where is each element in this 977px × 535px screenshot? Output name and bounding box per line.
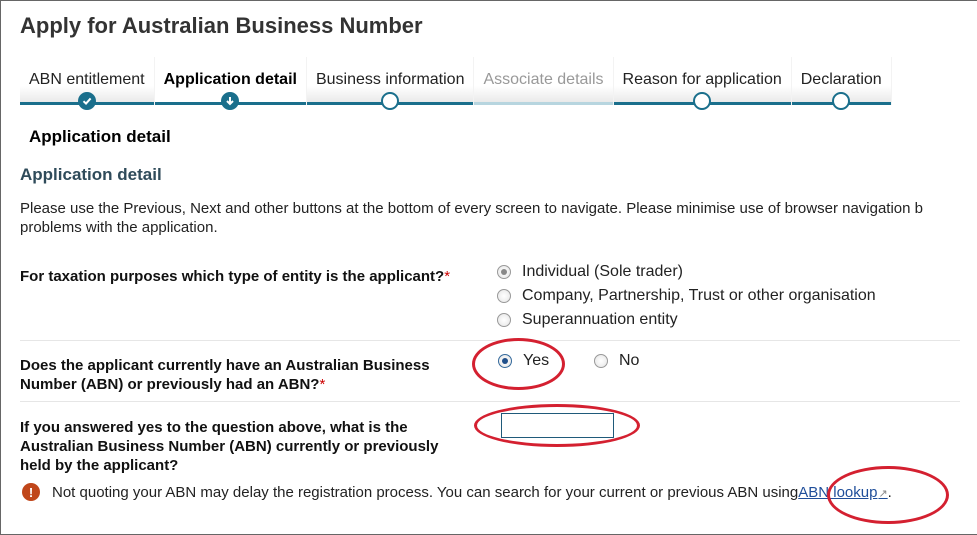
warning-icon: ! — [22, 483, 40, 501]
divider — [20, 340, 960, 341]
has-abn-label: Does the applicant currently have an Aus… — [20, 356, 430, 394]
step-declaration[interactable]: Declaration — [791, 57, 892, 110]
page-title: Apply for Australian Business Number — [20, 13, 423, 38]
abn-number-label: If you answered yes to the question abov… — [20, 418, 438, 475]
abn-option-no[interactable]: No — [594, 352, 639, 370]
has-abn-text: Does the applicant currently have an Aus… — [20, 357, 430, 374]
notice-text: Not quoting your ABN may delay the regis… — [52, 483, 799, 501]
step-business-information[interactable]: Business information — [306, 57, 475, 110]
option-label: Company, Partnership, Trust or other org… — [522, 287, 876, 304]
abn-option-yes[interactable]: Yes — [498, 352, 549, 370]
step-abn-entitlement[interactable]: ABN entitlement — [20, 57, 155, 110]
entity-option-individual[interactable]: Individual (Sole trader) — [497, 263, 683, 281]
abn-number-input[interactable] — [501, 413, 614, 438]
step-application-detail[interactable]: Application detail — [154, 57, 307, 110]
arrow-down-icon — [221, 92, 240, 110]
step-label: Application detail — [163, 71, 297, 88]
step-bar — [474, 102, 613, 105]
step-associate-details: Associate details — [474, 57, 614, 105]
section-heading: Application detail — [29, 127, 171, 146]
intro-line: problems with the application. — [20, 219, 218, 236]
circle-icon — [832, 92, 851, 110]
step-label: ABN entitlement — [29, 71, 145, 88]
step-reason-for-application[interactable]: Reason for application — [613, 57, 792, 110]
sub-heading: Application detail — [20, 165, 162, 184]
option-label: Superannuation entity — [522, 311, 678, 328]
step-label: Reason for application — [622, 71, 782, 88]
abn-notice: ! Not quoting your ABN may delay the reg… — [22, 483, 892, 501]
required-marker: * — [444, 268, 451, 285]
circle-icon — [381, 92, 400, 110]
check-icon — [77, 92, 96, 110]
abn-number-text: held by the applicant? — [20, 457, 179, 474]
radio-unselected[interactable] — [497, 289, 511, 303]
abn-lookup-label: ABN lookup — [798, 483, 878, 501]
application-form: Apply for Australian Business Number ABN… — [0, 0, 977, 535]
abn-lookup-link[interactable]: ABN lookup↗ — [798, 484, 887, 501]
divider — [20, 401, 960, 402]
step-label: Associate details — [483, 71, 604, 88]
entity-option-company[interactable]: Company, Partnership, Trust or other org… — [497, 287, 876, 305]
notice-suffix: . — [887, 483, 892, 501]
intro-text: Please use the Previous, Next and other … — [20, 199, 960, 237]
option-label: No — [619, 352, 640, 369]
option-label: Individual (Sole trader) — [522, 263, 683, 280]
circle-icon — [693, 92, 712, 110]
abn-number-text: Australian Business Number (ABN) current… — [20, 438, 439, 455]
radio-selected[interactable] — [498, 354, 512, 368]
intro-line: Please use the Previous, Next and other … — [20, 200, 924, 217]
entity-type-text: For taxation purposes which type of enti… — [20, 268, 445, 285]
radio-unselected[interactable] — [497, 313, 511, 327]
required-marker: * — [319, 376, 326, 393]
abn-number-text: If you answered yes to the question abov… — [20, 419, 408, 436]
option-label: Yes — [523, 352, 550, 369]
entity-type-label: For taxation purposes which type of enti… — [20, 267, 450, 286]
step-label: Declaration — [800, 71, 882, 88]
external-link-icon: ↗ — [878, 487, 888, 500]
radio-unselected[interactable] — [594, 354, 608, 368]
entity-option-superannuation[interactable]: Superannuation entity — [497, 311, 678, 329]
radio-selected[interactable] — [497, 265, 511, 279]
has-abn-text: Number (ABN) or previously had an ABN? — [20, 376, 320, 393]
step-label: Business information — [315, 71, 465, 88]
progress-steps: ABN entitlement Application detail Busin… — [20, 57, 892, 110]
